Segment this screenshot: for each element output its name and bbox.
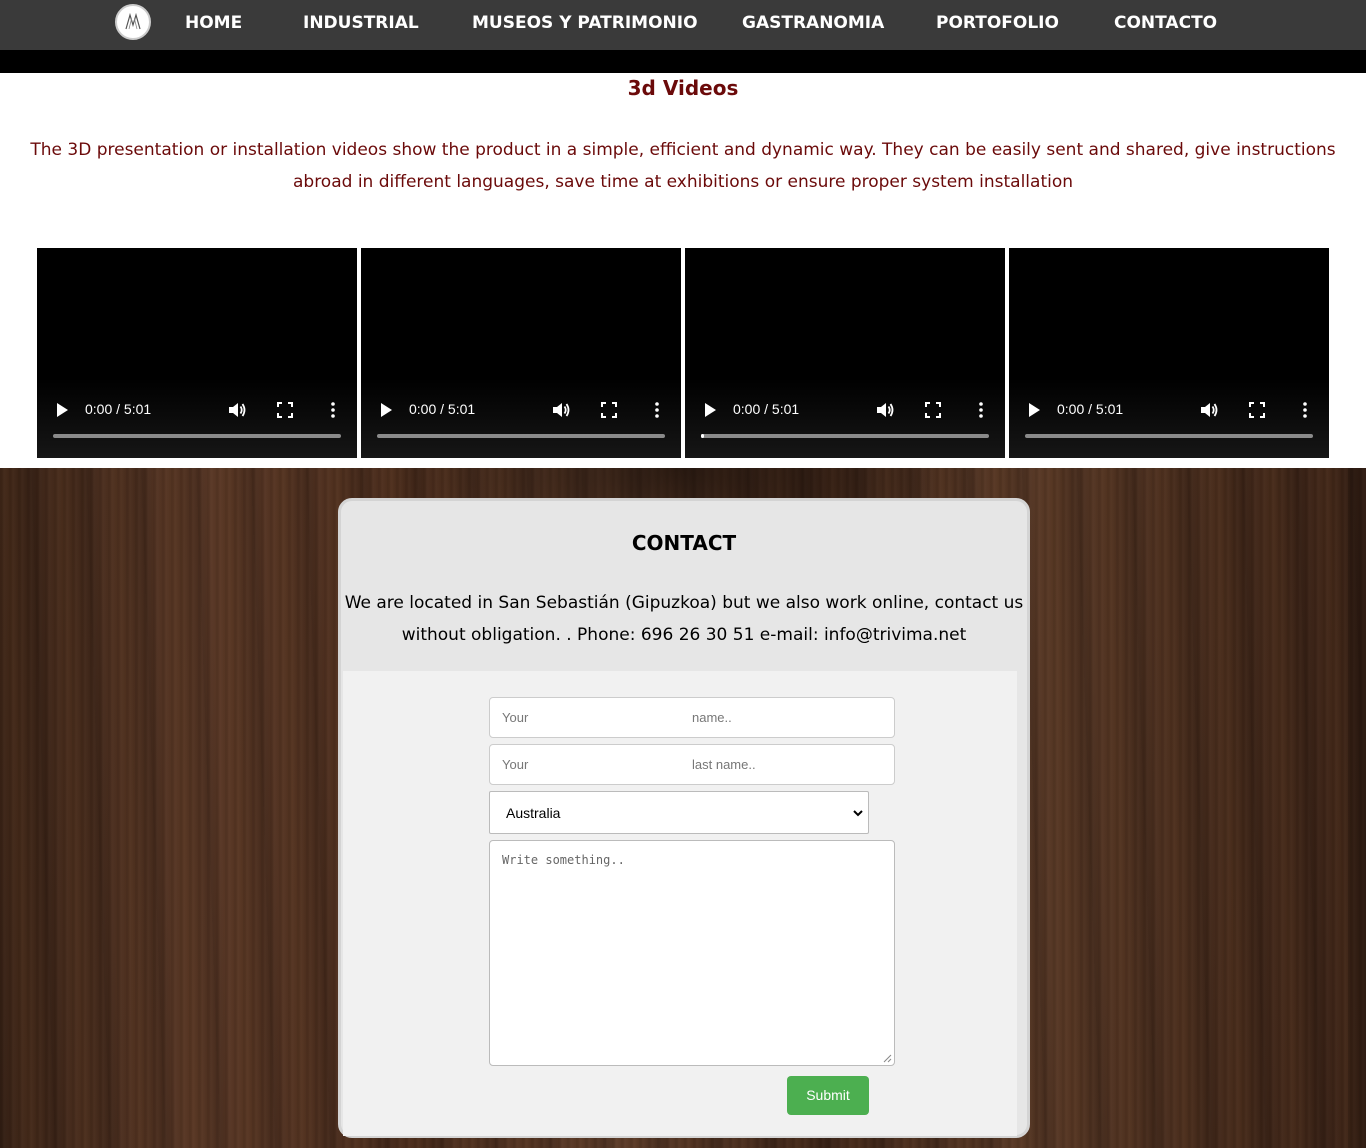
logo-mark-icon <box>125 12 141 30</box>
play-icon[interactable] <box>1027 402 1041 418</box>
contact-title: CONTACT <box>631 531 737 555</box>
nav-item-contacto[interactable]: CONTACTO <box>1114 0 1217 46</box>
video-progress-fill <box>701 434 704 438</box>
more-options-icon[interactable] <box>651 401 663 419</box>
video-player[interactable]: 0:00 / 5:01 <box>361 248 681 458</box>
header-divider-bar <box>0 50 1366 73</box>
nav-item-gastranomia[interactable]: GASTRANOMIA <box>742 0 884 46</box>
more-options-icon[interactable] <box>327 401 339 419</box>
first-name-placeholder-1: Your <box>502 710 529 725</box>
fullscreen-icon[interactable] <box>1249 402 1265 418</box>
video-time: 0:00 / 5:01 <box>409 401 476 417</box>
volume-icon[interactable] <box>875 401 895 419</box>
first-name-input[interactable]: Your name.. <box>489 697 895 738</box>
play-icon[interactable] <box>703 402 717 418</box>
video-controls <box>1009 378 1329 458</box>
wood-edge-strip <box>1348 468 1366 1148</box>
message-textarea[interactable]: Write something.. <box>489 840 895 1066</box>
play-icon[interactable] <box>379 402 393 418</box>
video-player[interactable]: 0:00 / 5:01 <box>37 248 357 458</box>
submit-button[interactable]: Submit <box>787 1076 869 1115</box>
site-logo[interactable] <box>115 4 151 40</box>
volume-icon[interactable] <box>1199 401 1219 419</box>
video-controls <box>361 378 681 458</box>
last-name-placeholder-1: Your <box>502 757 529 772</box>
resize-grip-icon[interactable] <box>882 1053 892 1063</box>
chevron-down-icon <box>853 810 863 817</box>
more-options-icon[interactable] <box>975 401 987 419</box>
last-name-input[interactable]: Your last name.. <box>489 744 895 785</box>
fullscreen-icon[interactable] <box>925 402 941 418</box>
video-progress-bar[interactable] <box>701 434 989 438</box>
nav-item-museos[interactable]: MUSEOS Y PATRIMONIO <box>472 0 698 46</box>
message-placeholder: Write something.. <box>502 853 625 867</box>
video-controls <box>37 378 357 458</box>
contact-form: Your name.. Your last name.. Australia W… <box>343 671 1017 1136</box>
nav-item-industrial[interactable]: INDUSTRIAL <box>303 0 419 46</box>
country-select-value: Australia <box>506 805 561 821</box>
video-time: 0:00 / 5:01 <box>85 401 152 417</box>
nav-item-portofolio[interactable]: PORTOFOLIO <box>936 0 1059 46</box>
top-navbar: HOME INDUSTRIAL MUSEOS Y PATRIMONIO GAST… <box>0 0 1366 50</box>
contact-info-text: We are located in San Sebastián (Gipuzko… <box>344 593 1024 645</box>
video-progress-bar[interactable] <box>377 434 665 438</box>
video-time: 0:00 / 5:01 <box>1057 401 1124 417</box>
first-name-placeholder-2: name.. <box>692 710 732 725</box>
fullscreen-icon[interactable] <box>601 402 617 418</box>
volume-icon[interactable] <box>227 401 247 419</box>
play-icon[interactable] <box>55 402 69 418</box>
section-title: 3d Videos <box>627 76 739 100</box>
video-player[interactable]: 0:00 / 5:01 <box>1009 248 1329 458</box>
video-time: 0:00 / 5:01 <box>733 401 800 417</box>
more-options-icon[interactable] <box>1299 401 1311 419</box>
section-description: The 3D presentation or installation vide… <box>30 140 1336 192</box>
nav-item-home[interactable]: HOME <box>185 0 242 46</box>
video-progress-bar[interactable] <box>1025 434 1313 438</box>
fullscreen-icon[interactable] <box>277 402 293 418</box>
last-name-placeholder-2: last name.. <box>692 757 756 772</box>
country-select[interactable]: Australia <box>489 791 869 834</box>
video-player[interactable]: 0:00 / 5:01 <box>685 248 1005 458</box>
video-progress-bar[interactable] <box>53 434 341 438</box>
contact-card: CONTACT We are located in San Sebastián … <box>338 498 1030 1138</box>
volume-icon[interactable] <box>551 401 571 419</box>
video-controls <box>685 378 1005 458</box>
